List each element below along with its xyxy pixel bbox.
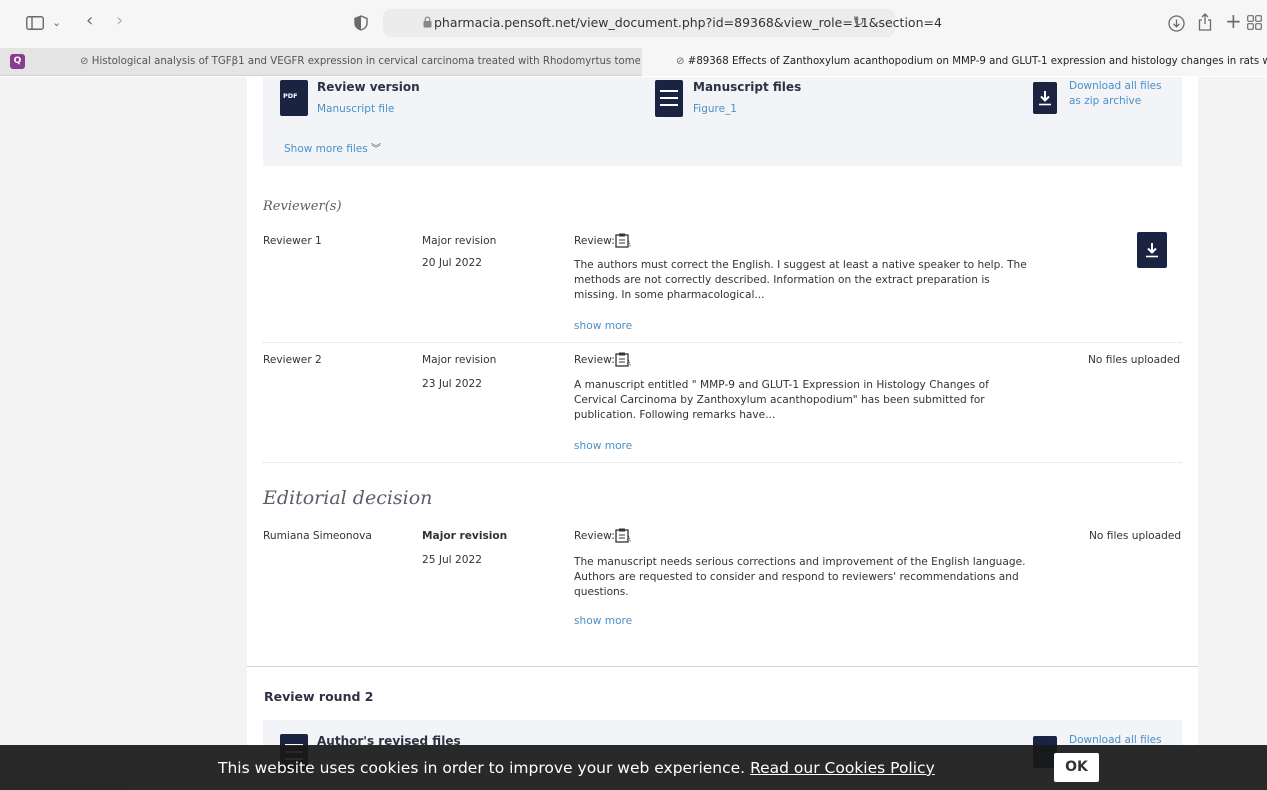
show-more-files-label: Show more files — [284, 143, 368, 155]
double-chevron-down-icon: ︾ — [371, 144, 382, 155]
editor-review-label: Review: — [574, 530, 615, 542]
editor-show-more[interactable]: show more — [574, 615, 632, 627]
manuscript-file-link[interactable]: Manuscript file — [317, 103, 394, 115]
sidebar-toggle-icon[interactable] — [26, 16, 44, 33]
cookie-text: This website uses cookies in order to im… — [218, 759, 746, 777]
extension-icon[interactable]: Q — [10, 54, 25, 69]
reviewer-1-name: Reviewer 1 — [263, 235, 322, 247]
reviewers-heading: Reviewer(s) — [263, 199, 342, 214]
cookie-message: This website uses cookies in order to im… — [218, 759, 935, 777]
review-version-title: Review version — [317, 80, 420, 94]
editor-date: 25 Jul 2022 — [422, 554, 482, 566]
tab-favicon-icon: ⊘ — [676, 56, 688, 67]
lock-icon — [423, 16, 432, 28]
reviewer-2-files-status: No files uploaded — [1088, 354, 1181, 366]
privacy-shield-icon[interactable] — [354, 15, 368, 34]
editor-decision: Major revision — [422, 530, 508, 542]
tab-bar: Q ⊘ Histological analysis of TGFβ1 and V… — [0, 48, 1267, 76]
download-icon — [1039, 91, 1051, 106]
reload-icon[interactable]: ↻ — [853, 14, 865, 30]
tab-label: #89368 Effects of Zanthoxylum acanthopod… — [687, 56, 1267, 67]
reviewer-1-review-label: Review: — [574, 235, 615, 247]
row-divider — [263, 342, 1182, 343]
share-icon[interactable] — [1198, 13, 1212, 34]
document-icon — [655, 80, 683, 117]
pdf-file-icon: PDF — [280, 80, 308, 116]
reviewer-2-show-more[interactable]: show more — [574, 440, 632, 452]
pdf-label: PDF — [283, 92, 298, 100]
figure-1-link[interactable]: Figure_1 — [693, 103, 737, 115]
reviewer-1-decision: Major revision — [422, 235, 497, 247]
editor-files-status: No files uploaded — [1089, 530, 1182, 542]
tab-label: Histological analysis of TGFβ1 and VEGFR… — [91, 56, 640, 67]
address-bar[interactable]: pharmacia.pensoft.net/view_document.php?… — [383, 9, 942, 37]
reviewer-2-review-label: Review: — [574, 354, 615, 366]
new-tab-icon[interactable]: + — [1225, 11, 1242, 31]
download-all-button[interactable] — [1033, 82, 1057, 114]
url-text: pharmacia.pensoft.net/view_document.php?… — [434, 15, 942, 30]
cookies-policy-link[interactable]: Read our Cookies Policy — [750, 759, 935, 777]
round-divider — [247, 666, 1198, 667]
editor-name: Rumiana Simeonova — [263, 530, 372, 542]
editor-text: The manuscript needs serious corrections… — [574, 556, 1026, 599]
reviewer-1-show-more[interactable]: show more — [574, 320, 632, 332]
tab-effects-zanthoxylum[interactable]: ⊘ #89368 Effects of Zanthoxylum acanthop… — [642, 48, 1267, 76]
browser-toolbar: ⌄ ‹ › pharmacia.pensoft.net/view_documen… — [0, 0, 1267, 48]
download-all-link-line2[interactable]: as zip archive — [1069, 95, 1141, 107]
cookie-ok-button[interactable]: OK — [1054, 753, 1099, 782]
review-document-icon[interactable] — [615, 528, 631, 543]
manuscript-files-title: Manuscript files — [693, 80, 802, 94]
downloads-icon[interactable] — [1168, 15, 1185, 35]
review-round-2-title: Review round 2 — [264, 689, 374, 704]
reviewer-2-text: A manuscript entitled " MMP-9 and GLUT-1… — [574, 379, 989, 422]
forward-icon[interactable]: › — [116, 12, 123, 30]
download-icon — [1146, 243, 1158, 258]
content-column — [247, 77, 1198, 790]
editorial-decision-heading: Editorial decision — [263, 487, 433, 509]
reviewer-1-download-button[interactable] — [1137, 232, 1167, 268]
reviewer-2-decision: Major revision — [422, 354, 497, 366]
reviewer-1-text: The authors must correct the English. I … — [574, 259, 1027, 302]
review-document-icon[interactable] — [615, 352, 631, 367]
show-more-files-link[interactable]: Show more files ︾ — [284, 140, 381, 155]
row-divider — [263, 462, 1182, 463]
cookie-banner: This website uses cookies in order to im… — [0, 745, 1267, 790]
tab-favicon-icon: ⊘ — [80, 56, 92, 67]
back-icon[interactable]: ‹ — [86, 12, 93, 30]
reviewer-2-name: Reviewer 2 — [263, 354, 322, 366]
reviewer-1-date: 20 Jul 2022 — [422, 257, 482, 269]
tab-histological-analysis[interactable]: ⊘ Histological analysis of TGFβ1 and VEG… — [80, 48, 640, 76]
download-all-link-line1[interactable]: Download all files — [1069, 80, 1162, 92]
reviewer-2-date: 23 Jul 2022 — [422, 378, 482, 390]
tab-overview-icon[interactable] — [1247, 15, 1262, 33]
review-document-icon[interactable] — [615, 233, 631, 248]
chevron-down-icon[interactable]: ⌄ — [52, 15, 61, 31]
